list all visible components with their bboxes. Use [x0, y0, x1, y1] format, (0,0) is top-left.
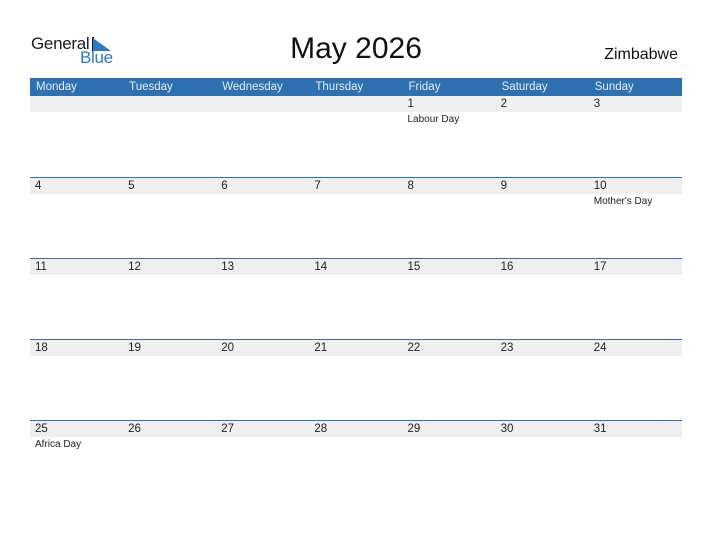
day-number: 25 [35, 423, 48, 435]
day-cell: 9 [496, 178, 589, 209]
day-number: 31 [593, 423, 607, 435]
day-number: 26 [128, 423, 141, 435]
day-cell: 11 [30, 259, 123, 276]
week-cells: 18 19 20 21 22 23 24 [30, 340, 682, 357]
week-row: 25 Africa Day 26 27 28 29 30 31 [30, 420, 682, 501]
day-cell: 3 [589, 96, 682, 127]
day-number: 9 [500, 180, 508, 192]
day-cell: 23 [496, 340, 589, 357]
weekday-thursday: Thursday [315, 81, 364, 93]
day-number: 22 [407, 342, 421, 354]
day-number: 11 [35, 261, 47, 273]
day-number: 13 [221, 261, 235, 273]
day-number [128, 96, 216, 112]
weekday-friday: Friday [408, 81, 441, 93]
day-number: 20 [221, 342, 235, 354]
day-cell [30, 96, 123, 127]
day-number: 30 [500, 423, 514, 435]
day-cell: 24 [589, 340, 682, 357]
day-number: 29 [407, 423, 421, 435]
day-number: 8 [407, 180, 414, 192]
day-cell: 18 [30, 340, 123, 357]
day-number: 27 [221, 423, 235, 435]
day-number: 12 [128, 261, 141, 273]
day-cell: 15 [403, 259, 496, 276]
weeks-container: 1 Labour Day 2 3 4 5 6 7 8 9 10 Mother's Day 11 12 13 1… [30, 96, 682, 501]
day-number: 17 [593, 261, 607, 273]
day-number: 5 [128, 180, 135, 192]
weekday-monday: Monday [36, 81, 77, 93]
day-number: 16 [500, 261, 514, 273]
day-cell: 1 Labour Day [403, 96, 496, 127]
week-row: 18 19 20 21 22 23 24 [30, 339, 682, 420]
day-number [35, 96, 123, 112]
day-cell: 13 [216, 259, 309, 276]
day-number: 6 [221, 180, 228, 192]
day-number: 28 [314, 423, 328, 435]
calendar-grid: Monday Tuesday Wednesday Thursday Friday… [30, 78, 682, 501]
day-cell: 27 [216, 421, 309, 452]
day-cell: 14 [309, 259, 402, 276]
day-number: 1 [407, 98, 414, 110]
holiday-label: Mother's Day [593, 196, 653, 207]
week-row: 1 Labour Day 2 3 [30, 96, 682, 177]
day-number [314, 96, 402, 112]
day-cell: 20 [216, 340, 309, 357]
weekday-header: Monday Tuesday Wednesday Thursday Friday… [30, 78, 682, 96]
day-number: 14 [314, 261, 328, 273]
country-label: Zimbabwe [604, 46, 678, 63]
day-number: 10 [593, 180, 607, 192]
day-number: 19 [128, 342, 141, 354]
week-cells: 11 12 13 14 15 16 17 [30, 259, 682, 276]
week-row: 4 5 6 7 8 9 10 Mother's Day [30, 177, 682, 258]
day-cell: 22 [403, 340, 496, 357]
weekday-wednesday: Wednesday [222, 81, 283, 93]
day-cell: 12 [123, 259, 216, 276]
day-number [221, 96, 309, 112]
weekday-sunday: Sunday [594, 81, 634, 93]
day-cell: 7 [309, 178, 402, 209]
day-cell: 29 [403, 421, 496, 452]
day-cell: 26 [123, 421, 216, 452]
week-cells: 25 Africa Day 26 27 28 29 30 31 [30, 421, 682, 452]
day-number: 2 [500, 98, 508, 110]
holiday-label: Labour Day [407, 114, 460, 125]
day-cell: 2 [496, 96, 589, 127]
day-cell: 10 Mother's Day [589, 178, 682, 209]
day-cell: 21 [309, 340, 402, 357]
day-number: 4 [35, 180, 42, 192]
day-cell: 31 [589, 421, 682, 452]
week-cells: 1 Labour Day 2 3 [30, 96, 682, 127]
day-number: 15 [407, 261, 421, 273]
day-cell: 6 [216, 178, 309, 209]
day-cell: 17 [589, 259, 682, 276]
day-cell: 25 Africa Day [30, 421, 123, 452]
day-number: 21 [314, 342, 328, 354]
day-cell [123, 96, 216, 127]
day-number: 7 [314, 180, 321, 192]
day-cell: 8 [403, 178, 496, 209]
day-cell [309, 96, 402, 127]
weekday-tuesday: Tuesday [129, 81, 173, 93]
day-cell: 5 [123, 178, 216, 209]
holiday-label: Africa Day [35, 439, 82, 450]
day-number: 3 [593, 98, 601, 110]
day-cell: 30 [496, 421, 589, 452]
day-number: 24 [593, 342, 607, 354]
day-cell: 28 [309, 421, 402, 452]
day-number: 18 [35, 342, 48, 354]
week-row: 11 12 13 14 15 16 17 [30, 258, 682, 339]
day-cell: 16 [496, 259, 589, 276]
day-cell: 19 [123, 340, 216, 357]
day-cell: 4 [30, 178, 123, 209]
day-number: 23 [500, 342, 514, 354]
day-cell [216, 96, 309, 127]
week-cells: 4 5 6 7 8 9 10 Mother's Day [30, 178, 682, 209]
weekday-saturday: Saturday [501, 81, 548, 93]
